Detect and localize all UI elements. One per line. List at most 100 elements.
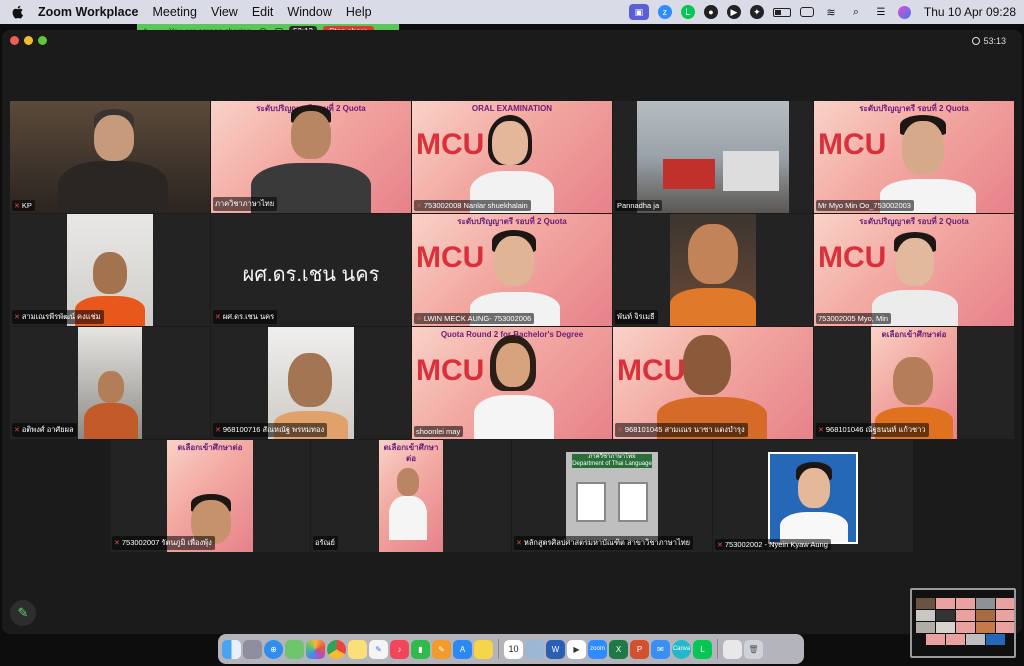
muted-mic-icon: ✕	[516, 540, 522, 547]
menu-view[interactable]: View	[211, 5, 238, 19]
participant-name-label: ✕ 753002007 รัตนภูมิ เพื่องพุ้ง	[112, 536, 215, 550]
stickies-icon[interactable]	[474, 639, 493, 659]
participant-video	[637, 101, 789, 213]
meeting-timer-text: 53:13	[983, 36, 1006, 46]
vpn-icon[interactable]: ✦	[749, 5, 764, 19]
participant-tile-jiramethi[interactable]: พันท์ จิรเมธี	[613, 214, 813, 326]
dock-separator	[498, 639, 499, 659]
participant-video: ระดับปริญญาตรี รอบที่ 2 Quota MCU	[814, 101, 1014, 213]
muted-mic-icon: ✕	[14, 427, 20, 434]
pages-icon[interactable]: ✎	[432, 639, 451, 659]
numbers-icon[interactable]: ▮	[411, 639, 430, 659]
menu-clock[interactable]: Thu 10 Apr 09:28	[924, 5, 1016, 19]
participant-tile-sanhanat[interactable]: ✕ 968100716 สัณหณัฐ พรหมทอง	[211, 327, 411, 439]
participant-name-label: Mr Myo Min Oo_753002003	[816, 200, 914, 211]
mail-icon[interactable]: ✉	[651, 639, 670, 659]
finder-icon[interactable]	[222, 639, 241, 659]
muted-mic-icon: ✕	[717, 541, 723, 549]
participant-tile-aran[interactable]: ดเลือกเข้าศึกษาต่อ อรัณย์	[311, 440, 511, 552]
meeting-preview-thumbnail[interactable]	[910, 588, 1016, 658]
battery-icon[interactable]	[772, 7, 791, 17]
music-icon[interactable]: ♪	[390, 639, 409, 659]
zoom-status-icon[interactable]: ▣	[628, 4, 649, 20]
dock-separator	[717, 639, 718, 659]
participant-tile-myo-min[interactable]: ระดับปริญญาตรี รอบที่ 2 Quota MCU 753002…	[814, 214, 1014, 326]
launchpad-icon[interactable]	[243, 639, 262, 659]
close-window-button[interactable]	[10, 36, 19, 45]
mcu-logo-text: MCU	[416, 241, 485, 274]
line-dock-icon[interactable]: L	[693, 639, 712, 659]
siri-icon[interactable]	[897, 5, 911, 19]
mcu-logo-text: MCU	[617, 354, 686, 387]
muted-mic-icon: ✕	[818, 427, 824, 434]
participant-name-label: ✕ อติพงศ์ อาศัยผล	[12, 423, 77, 437]
participant-tile-ma-thai-program[interactable]: ภาควิชาภาษาไทย Department of Thai Languag…	[512, 440, 712, 552]
appstore-icon[interactable]: A	[453, 639, 472, 659]
mcu-logo-text: MCU	[416, 128, 485, 161]
menu-window[interactable]: Window	[287, 5, 331, 19]
participant-name-label: shoonlei may	[414, 426, 464, 437]
participant-tile-nasa[interactable]: MCU ✕ 968101045 สามเณร นาซา แดงบำรุง	[613, 327, 813, 439]
participant-tile-chen-nakhon[interactable]: ผศ.ดร.เชน นคร ✕ ผศ.ดร.เชน นคร	[211, 214, 411, 326]
participant-name-label: ✕ สามเณรพีรพัฒน์ คงแช่ม	[12, 310, 104, 324]
photos-icon[interactable]	[306, 639, 325, 659]
meeting-timer[interactable]: 53:13	[972, 36, 1006, 46]
participant-tile-lwin-meck-aung[interactable]: ระดับปริญญาตรี รอบที่ 2 Quota MCU ✕ LWIN …	[412, 214, 612, 326]
menu-help[interactable]: Help	[346, 5, 372, 19]
zoom-icon[interactable]: zoom	[588, 639, 607, 659]
participant-video	[768, 452, 858, 544]
trash-icon[interactable]: 🗑	[744, 639, 763, 659]
downloads-icon[interactable]	[723, 639, 742, 659]
record-icon[interactable]: ●	[703, 5, 718, 19]
zoom-app-icon[interactable]: z	[657, 5, 672, 19]
powerpoint-icon[interactable]: P	[630, 639, 649, 659]
participant-tile-atiphong[interactable]: ✕ อติพงศ์ อาศัยผล	[10, 327, 210, 439]
safari-icon[interactable]: ⊕	[264, 639, 283, 659]
apple-icon[interactable]	[10, 4, 26, 20]
muted-mic-icon: ✕	[215, 314, 221, 321]
participant-tile-nyein-kyaw-aung[interactable]: ✕ 753002002 - Nyein Kyaw Aung	[713, 440, 913, 552]
participant-name-label: ✕ LWIN MECK AUNG- 753002006	[414, 313, 535, 324]
menu-meeting[interactable]: Meeting	[152, 5, 196, 19]
participant-display-name: ผศ.ดร.เชน นคร	[242, 264, 380, 286]
participant-tile-nattanon[interactable]: ดเลือกเข้าศึกษาต่อ ✕ 968101046 ณัฐธนนท์ แ…	[814, 327, 1014, 439]
mcu-logo-text: MCU	[416, 354, 485, 387]
participant-video	[10, 101, 210, 213]
preview-icon[interactable]	[525, 639, 544, 659]
calendar-icon[interactable]: 10	[504, 639, 523, 659]
notes-icon[interactable]	[348, 639, 367, 659]
wifi-icon[interactable]: ≋	[823, 5, 839, 19]
minimize-window-button[interactable]	[24, 36, 33, 45]
facetime-icon[interactable]: ▶	[567, 639, 586, 659]
participant-name-label: ภาควิชาภาษาไทย	[213, 197, 278, 211]
word-icon[interactable]: W	[546, 639, 565, 659]
media-play-icon[interactable]: ▶	[726, 5, 741, 19]
participant-video	[670, 214, 756, 326]
freeform-icon[interactable]: ✎	[369, 639, 388, 659]
participant-tile-shoonlei-may[interactable]: Quota Round 2 for Bachelor's Degree MCU …	[412, 327, 612, 439]
canva-icon[interactable]: Canva	[672, 639, 691, 659]
participant-tile-thai-dept[interactable]: ระดับปริญญาตรี รอบที่ 2 Quota ภาควิชาภาษ…	[211, 101, 411, 213]
select-banner: ดเลือกเข้าศึกษาต่อ	[881, 330, 947, 339]
participant-tile-peerapat[interactable]: ✕ สามเณรพีรพัฒน์ คงแช่ม	[10, 214, 210, 326]
excel-icon[interactable]: X	[609, 639, 628, 659]
menu-edit[interactable]: Edit	[252, 5, 274, 19]
annotate-pencil-icon[interactable]: ✎	[10, 600, 36, 626]
muted-mic-icon: ✕	[14, 314, 20, 321]
chrome-icon[interactable]	[327, 639, 346, 659]
participant-tile-nanlar[interactable]: ORAL EXAMINATION MCU ✕ 753002008 Nanlar s…	[412, 101, 612, 213]
participant-tile-myo-min-oo[interactable]: ระดับปริญญาตรี รอบที่ 2 Quota MCU Mr Myo…	[814, 101, 1014, 213]
control-center-icon[interactable]: ☰	[873, 5, 889, 19]
select-banner-3: ดเลือกเข้าศึกษาต่อ	[383, 443, 439, 463]
spotlight-search-icon[interactable]: ⌕	[848, 5, 864, 19]
maps-icon[interactable]	[285, 639, 304, 659]
participant-tile-pannadha[interactable]: Pannadha ja	[613, 101, 813, 213]
line-icon[interactable]: L	[680, 5, 695, 19]
fullscreen-window-button[interactable]	[38, 36, 47, 45]
muted-mic-icon: ✕	[215, 427, 221, 434]
participant-tile-rattanaphum[interactable]: ดเลือกเข้าศึกษาต่อ ✕ 753002007 รัตนภูมิ เ…	[110, 440, 310, 552]
participant-tile-kp[interactable]: ✕ KP	[10, 101, 210, 213]
menu-app-name[interactable]: Zoom Workplace	[38, 5, 138, 19]
display-icon[interactable]	[799, 7, 814, 17]
participant-name-label: ✕ KP	[12, 200, 35, 211]
